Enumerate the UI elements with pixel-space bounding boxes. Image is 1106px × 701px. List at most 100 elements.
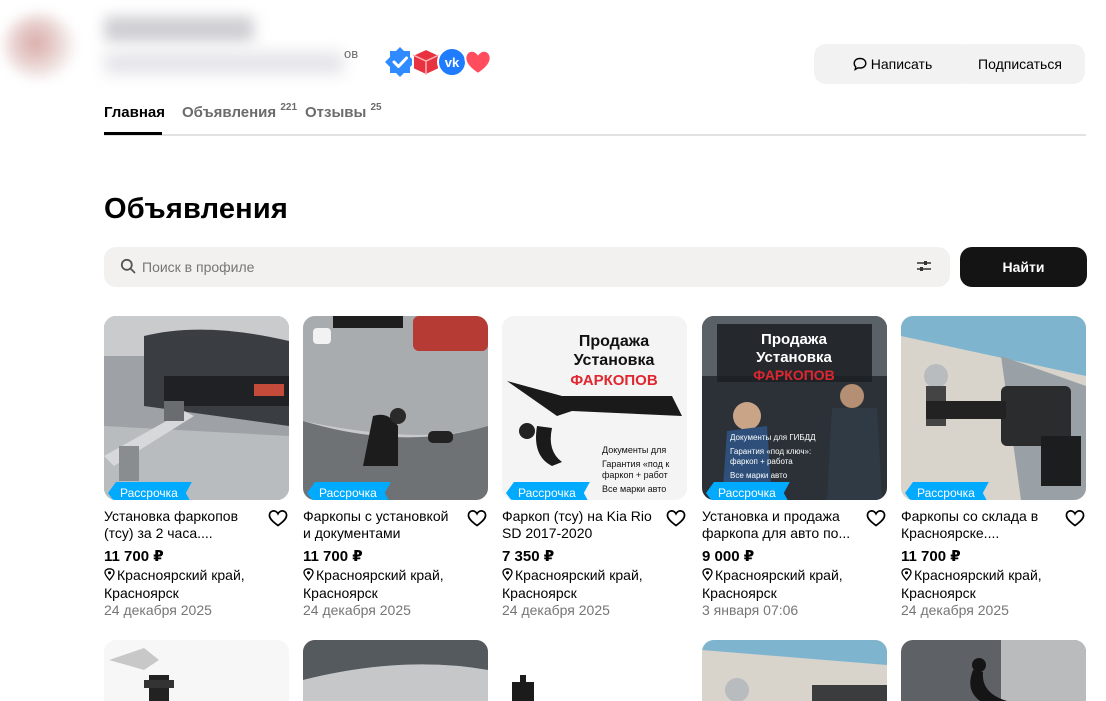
listing-photo: [901, 316, 1086, 500]
tab-listings-label: Объявления: [182, 104, 277, 121]
listing-price: 7 350 ₽: [502, 548, 555, 565]
tab-listings-count: 221: [280, 102, 298, 113]
listing-location-text: Красноярский край, Красноярск: [702, 567, 843, 601]
listing-location: Красноярский край, Красноярск: [702, 566, 882, 602]
location-pin-icon: [502, 568, 513, 581]
write-message-label: Написать: [870, 56, 933, 72]
listing-photo: Продажа Установка ФАРКОПОВ Документы для…: [702, 316, 887, 500]
location-pin-icon: [702, 568, 713, 581]
listing-title[interactable]: Фаркоп (тсу) на Kia Rio SD 2017-2020: [502, 508, 652, 542]
image-text-line: Продажа: [761, 331, 828, 348]
listing-location: Красноярский край, Красноярск: [104, 566, 284, 602]
avatar[interactable]: [4, 14, 74, 78]
heart-badge-icon[interactable]: [462, 46, 494, 78]
image-text-line: Все марки авто: [730, 471, 788, 480]
listing-image[interactable]: Рассрочка: [901, 316, 1086, 500]
listing-location-text: Красноярский край, Красноярск: [303, 567, 444, 601]
listing-photo: [702, 640, 887, 701]
listing-image[interactable]: Продажа Установка ФАРКОПОВ Документы для…: [502, 316, 687, 500]
listing-image-partial[interactable]: [303, 640, 488, 701]
listing-location: Красноярский край, Красноярск: [502, 566, 682, 602]
image-text-line: ФАРКОПОВ: [753, 367, 835, 383]
listing-image-partial[interactable]: [104, 640, 289, 701]
listing-photo: Продажа Установка ФАРКОПОВ Документы для…: [502, 316, 687, 500]
listing-card[interactable]: Рассрочка Установка фаркопов (тсу) за 2 …: [104, 316, 290, 618]
listing-title[interactable]: Фаркопы со склада в Красноярске....: [901, 508, 1051, 542]
listing-date: 24 декабря 2025: [502, 602, 610, 618]
tab-main[interactable]: Главная: [104, 104, 165, 121]
filter-settings-icon[interactable]: [916, 259, 932, 273]
favorite-heart-icon[interactable]: [467, 509, 487, 527]
favorite-heart-icon[interactable]: [866, 509, 886, 527]
listing-image[interactable]: Продажа Установка ФАРКОПОВ Документы для…: [702, 316, 887, 500]
search-field[interactable]: [104, 247, 950, 287]
listing-date: 24 декабря 2025: [901, 602, 1009, 618]
search-input[interactable]: [142, 247, 882, 287]
listing-location-text: Красноярский край, Красноярск: [104, 567, 245, 601]
listing-image-partial[interactable]: [502, 640, 687, 701]
listing-price: 11 700 ₽: [901, 548, 961, 565]
image-text-line: фаркоп + работа: [730, 457, 793, 466]
image-text-line: Установка: [574, 352, 655, 369]
listing-photo: [104, 316, 289, 500]
favorite-heart-icon[interactable]: [666, 509, 686, 527]
profile-tabs: Главная Объявления 221 Отзывы 25: [104, 102, 1086, 136]
listing-location: Красноярский край, Красноярск: [901, 566, 1081, 602]
installment-badge: Рассрочка: [905, 482, 989, 500]
listing-location-text: Красноярский край, Красноярск: [502, 567, 643, 601]
listing-photo: [512, 675, 534, 701]
image-text-line: Гарантия «под к: [602, 459, 669, 469]
search-icon: [120, 258, 136, 274]
listing-image[interactable]: Рассрочка: [104, 316, 289, 500]
image-text-line: Документы для ГИБДД: [730, 433, 816, 442]
image-text-line: Гарантия «под ключ»:: [730, 447, 811, 456]
listing-photo: [303, 316, 488, 500]
listing-title[interactable]: Фаркопы с установкой и документами: [303, 508, 453, 542]
listing-photo: [303, 640, 488, 701]
listing-card[interactable]: Продажа Установка ФАРКОПОВ Документы для…: [502, 316, 688, 618]
listing-location: Красноярский край, Красноярск: [303, 566, 483, 602]
image-text-line: Продажа: [579, 333, 649, 350]
listing-card[interactable]: Продажа Установка ФАРКОПОВ Документы для…: [702, 316, 888, 618]
subscribe-button[interactable]: Подписаться: [955, 44, 1085, 84]
favorite-heart-icon[interactable]: [268, 509, 288, 527]
find-button[interactable]: Найти: [960, 247, 1087, 287]
listing-date: 24 декабря 2025: [104, 602, 212, 618]
tab-reviews-label: Отзывы: [305, 104, 367, 121]
subscribe-label: Подписаться: [978, 56, 1062, 72]
installment-badge: Рассрочка: [307, 482, 391, 500]
find-button-label: Найти: [1002, 259, 1045, 275]
installment-badge: Рассрочка: [506, 482, 590, 500]
favorite-heart-icon[interactable]: [1065, 509, 1085, 527]
svg-text:vk: vk: [445, 55, 460, 70]
listing-image-partial[interactable]: [901, 640, 1086, 701]
image-text-line: ФАРКОПОВ: [570, 372, 658, 389]
installment-badge: Рассрочка: [108, 482, 192, 500]
listing-image[interactable]: Рассрочка: [303, 316, 488, 500]
profile-name-blurred: [104, 16, 254, 42]
image-text-line: Установка: [756, 349, 832, 366]
listing-card[interactable]: Рассрочка Фаркопы с установкой и докумен…: [303, 316, 489, 618]
tab-listings[interactable]: Объявления 221: [182, 102, 298, 121]
image-text-line: Все марки авто: [602, 484, 666, 494]
profile-subtitle-blurred: [104, 52, 344, 74]
listing-price: 11 700 ₽: [104, 548, 164, 565]
tab-reviews-count: 25: [370, 102, 382, 113]
location-pin-icon: [303, 568, 314, 581]
write-message-button[interactable]: Написать: [814, 44, 971, 84]
listing-photo: [109, 648, 174, 701]
listing-price: 11 700 ₽: [303, 548, 363, 565]
listing-title[interactable]: Установка и продажа фаркопа для авто по.…: [702, 508, 852, 542]
tab-reviews[interactable]: Отзывы 25: [305, 102, 382, 121]
tab-main-label: Главная: [104, 104, 166, 121]
chat-bubble-icon: [853, 57, 867, 71]
listing-title[interactable]: Установка фаркопов (тсу) за 2 часа....: [104, 508, 254, 542]
listing-image-partial[interactable]: [702, 640, 887, 701]
active-tab-indicator: [104, 132, 162, 135]
image-text-line: фаркоп + работ: [602, 470, 668, 480]
listing-card[interactable]: Рассрочка Фаркопы со склада в Красноярск…: [901, 316, 1087, 618]
listing-price: 9 000 ₽: [702, 548, 755, 565]
profile-subtitle-suffix: ов: [344, 46, 359, 61]
profile-badges: vk: [384, 46, 496, 80]
listing-date: 3 января 07:06: [702, 602, 799, 618]
